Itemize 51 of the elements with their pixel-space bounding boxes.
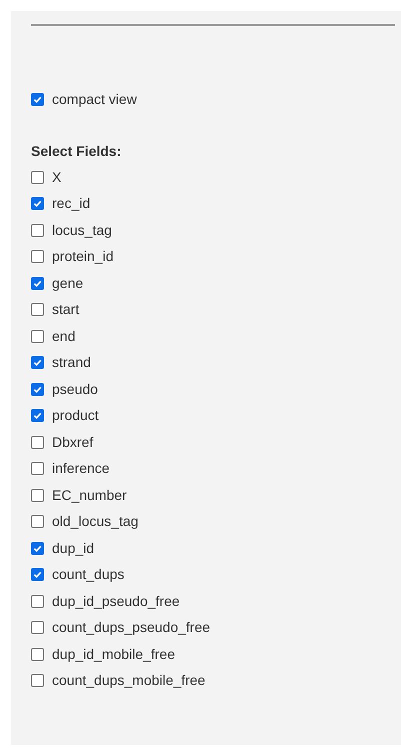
checkbox[interactable] <box>31 356 44 370</box>
field-label: product <box>52 406 99 426</box>
checkbox[interactable] <box>31 303 44 316</box>
checkbox[interactable] <box>31 436 44 449</box>
checkbox[interactable] <box>31 674 44 688</box>
checkbox[interactable] <box>31 170 44 184</box>
checkbox[interactable] <box>31 276 44 290</box>
checkbox[interactable] <box>31 224 44 237</box>
field-label: end <box>52 326 76 346</box>
checkmark-icon <box>33 94 42 104</box>
field-label: Dbxref <box>52 432 94 452</box>
checkbox[interactable] <box>31 542 44 555</box>
checkmark-icon <box>33 358 42 368</box>
checkbox[interactable] <box>31 648 44 661</box>
checkmark-icon <box>33 411 42 420</box>
field-label: inference <box>52 459 110 478</box>
field-label: start <box>52 300 80 320</box>
field-label: gene <box>52 274 84 293</box>
field-label: dup_id_mobile_free <box>52 644 175 664</box>
checkbox[interactable] <box>31 250 44 264</box>
checkbox[interactable] <box>31 462 44 476</box>
field-label: protein_id <box>52 247 114 266</box>
field-label: count_dups <box>52 565 124 584</box>
fields-heading: Select Fields: <box>31 142 122 161</box>
checkmark-icon <box>33 199 42 208</box>
field-label: X <box>52 168 62 187</box>
checkbox[interactable] <box>31 594 44 608</box>
checkbox[interactable] <box>31 568 44 582</box>
field-label: dup_id <box>52 538 94 558</box>
field-label: count_dups_pseudo_free <box>52 618 210 638</box>
compact-view-label: compact view <box>52 90 137 109</box>
checkbox[interactable] <box>31 92 44 106</box>
checkmark-icon <box>33 384 42 394</box>
field-label: old_locus_tag <box>52 512 138 532</box>
checkbox[interactable] <box>31 409 44 422</box>
checkbox[interactable] <box>31 621 44 634</box>
checkmark-icon <box>33 570 42 580</box>
checkbox[interactable] <box>31 330 44 343</box>
field-label: EC_number <box>52 486 127 505</box>
field-label: pseudo <box>52 380 98 399</box>
checkbox[interactable] <box>31 382 44 396</box>
checkmark-icon <box>33 544 42 553</box>
checkmark-icon <box>33 278 42 288</box>
field-label: rec_id <box>52 194 90 214</box>
checkbox[interactable] <box>31 515 44 528</box>
checkbox[interactable] <box>31 197 44 210</box>
checkbox[interactable] <box>31 488 44 502</box>
field-label: count_dups_mobile_free <box>52 671 206 690</box>
field-label: strand <box>52 353 91 372</box>
field-label: locus_tag <box>52 220 112 240</box>
field-label: dup_id_pseudo_free <box>52 592 180 611</box>
